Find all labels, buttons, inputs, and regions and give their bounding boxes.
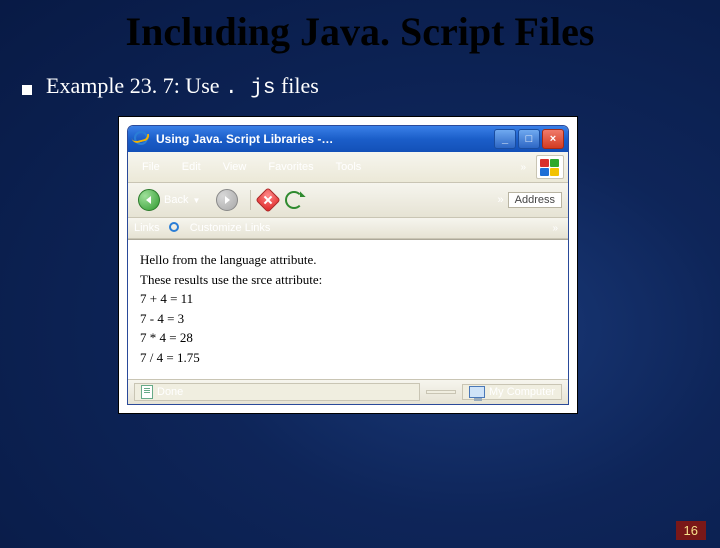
content-line-6: 7 / 4 = 1.75 (140, 348, 556, 368)
customize-links-link[interactable]: Customize Links (190, 222, 271, 234)
linksbar: Links Customize Links » (128, 218, 568, 239)
close-button[interactable]: × (542, 129, 564, 149)
window-title: Using Java. Script Libraries -… (156, 132, 494, 146)
ie-icon (134, 131, 150, 147)
my-computer-icon (469, 386, 485, 398)
content-line-3: 7 + 4 = 11 (140, 289, 556, 309)
content-line-4: 7 - 4 = 3 (140, 309, 556, 329)
content-line-2: These results use the srce attribute: (140, 270, 556, 290)
back-button[interactable]: Back ▼ (134, 187, 204, 213)
screenshot-frame: Using Java. Script Libraries -… _ □ × Fi… (118, 116, 578, 414)
address-label[interactable]: Address (508, 192, 562, 208)
menu-tools[interactable]: Tools (326, 159, 372, 175)
links-label: Links (134, 222, 160, 234)
status-done: Done (157, 386, 183, 398)
status-pane-mid (426, 390, 456, 394)
refresh-icon[interactable] (285, 191, 303, 209)
status-pane-zone: My Computer (462, 384, 562, 400)
toolbar: Back ▼ » Address (128, 183, 568, 218)
slide-title: Including Java. Script Files (0, 8, 720, 55)
bullet-mono: . js (225, 77, 275, 100)
bullet-prefix: Example 23. 7: Use (46, 73, 220, 98)
forward-button[interactable] (212, 187, 242, 213)
menu-file[interactable]: File (132, 159, 170, 175)
windows-logo-icon (536, 155, 564, 179)
bullet-text: Example 23. 7: Use . js files (46, 73, 319, 100)
maximize-button[interactable]: □ (518, 129, 540, 149)
document-icon (141, 385, 153, 399)
status-zone: My Computer (489, 386, 555, 398)
page-content: Hello from the language attribute. These… (128, 239, 568, 379)
back-dropdown-icon[interactable]: ▼ (192, 196, 200, 205)
back-label: Back (164, 194, 188, 206)
statusbar: Done My Computer (128, 379, 568, 404)
ie-window: Using Java. Script Libraries -… _ □ × Fi… (127, 125, 569, 405)
status-pane-left: Done (134, 383, 420, 401)
bullet-marker (22, 85, 32, 95)
page-number: 16 (676, 521, 706, 540)
toolbar-overflow-icon[interactable]: » (498, 194, 504, 206)
ie-page-icon (168, 221, 182, 235)
back-arrow-icon (138, 189, 160, 211)
menu-view[interactable]: View (213, 159, 257, 175)
menu-overflow-icon[interactable]: » (520, 162, 526, 173)
titlebar[interactable]: Using Java. Script Libraries -… _ □ × (128, 126, 568, 152)
minimize-button[interactable]: _ (494, 129, 516, 149)
window-buttons: _ □ × (494, 129, 564, 149)
bullet-item: Example 23. 7: Use . js files (22, 73, 720, 100)
toolbar-right: » Address (498, 192, 562, 208)
bullet-suffix: files (281, 73, 319, 98)
content-line-1: Hello from the language attribute. (140, 250, 556, 270)
menubar: File Edit View Favorites Tools » (128, 152, 568, 183)
toolbar-separator (250, 190, 251, 210)
menu-favorites[interactable]: Favorites (258, 159, 323, 175)
menu-edit[interactable]: Edit (172, 159, 211, 175)
forward-arrow-icon (216, 189, 238, 211)
linksbar-overflow-icon[interactable]: » (552, 223, 558, 234)
stop-icon[interactable] (256, 187, 281, 212)
content-line-5: 7 * 4 = 28 (140, 328, 556, 348)
